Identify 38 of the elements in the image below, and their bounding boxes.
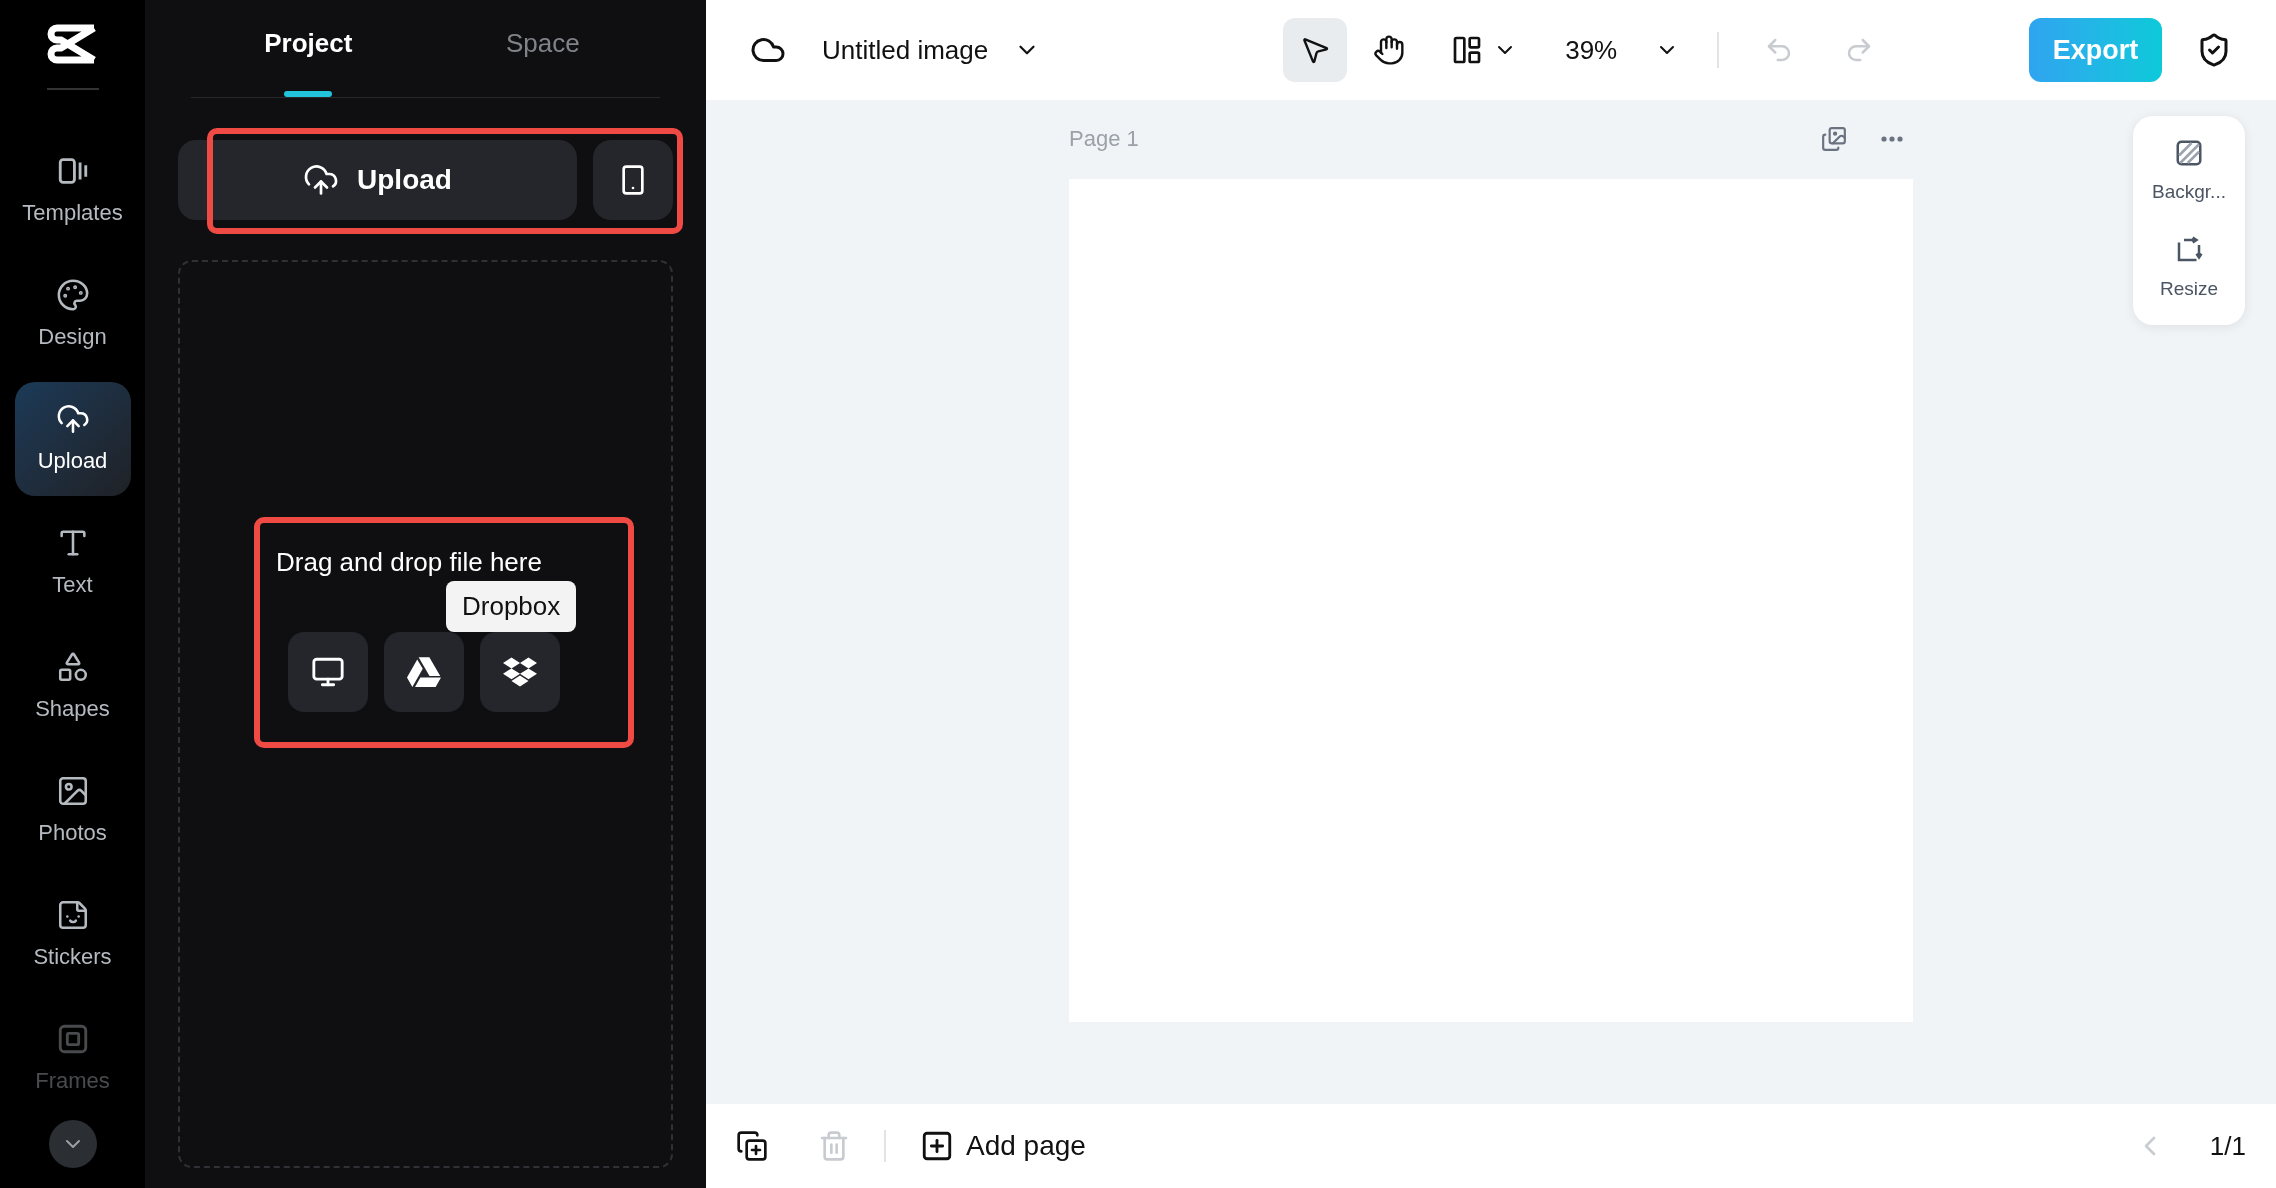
- square-plus-icon: [920, 1129, 954, 1163]
- panel-tab[interactable]: Space: [425, 0, 660, 97]
- zoom-dropdown[interactable]: 39%: [1565, 30, 1680, 70]
- more-icon: [1881, 135, 1903, 142]
- rail-item[interactable]: Photos: [14, 754, 131, 868]
- palette-icon: [55, 277, 90, 312]
- copy-plus-icon: [736, 1130, 768, 1162]
- source-button[interactable]: [384, 632, 464, 712]
- monitor-icon: [311, 655, 345, 689]
- images-icon: [1821, 125, 1847, 152]
- phone-button[interactable]: [593, 140, 673, 220]
- upload-button[interactable]: Upload: [178, 140, 577, 220]
- rail-item[interactable]: Shapes: [14, 630, 131, 744]
- source-button[interactable]: [480, 632, 560, 712]
- page-label: Page 1: [1069, 125, 1139, 153]
- page-count: 1/1: [2209, 1129, 2246, 1163]
- panel-tab[interactable]: Project: [191, 0, 426, 97]
- source-button[interactable]: [288, 632, 368, 712]
- triangle-logo-icon: [407, 655, 441, 689]
- side-tool-button[interactable]: Backgr...: [2152, 138, 2226, 207]
- drop-hint: Drag and drop file here: [276, 546, 543, 579]
- rail-item[interactable]: Stickers: [14, 878, 131, 992]
- duplicate-page-button[interactable]: [736, 1130, 768, 1162]
- dropbox-icon: [503, 655, 537, 689]
- hand-icon: [1373, 34, 1406, 66]
- rail-item[interactable]: Templates: [14, 134, 131, 248]
- tooltip: Dropbox: [446, 581, 577, 632]
- title-dropdown[interactable]: Untitled image: [822, 30, 1041, 70]
- tool-button[interactable]: [1283, 18, 1348, 82]
- side-tool-button[interactable]: Resize: [2159, 234, 2219, 303]
- add-page-button[interactable]: Add page: [920, 1125, 1086, 1167]
- striped-square-icon: [2174, 138, 2204, 168]
- rail-item[interactable]: Design: [14, 258, 131, 372]
- rail-item[interactable]: Text: [14, 506, 131, 620]
- app-logo-icon: [46, 24, 99, 64]
- rail-item[interactable]: Upload: [14, 382, 131, 496]
- trash-icon: [818, 1130, 850, 1162]
- cloud-upload-icon: [303, 162, 340, 198]
